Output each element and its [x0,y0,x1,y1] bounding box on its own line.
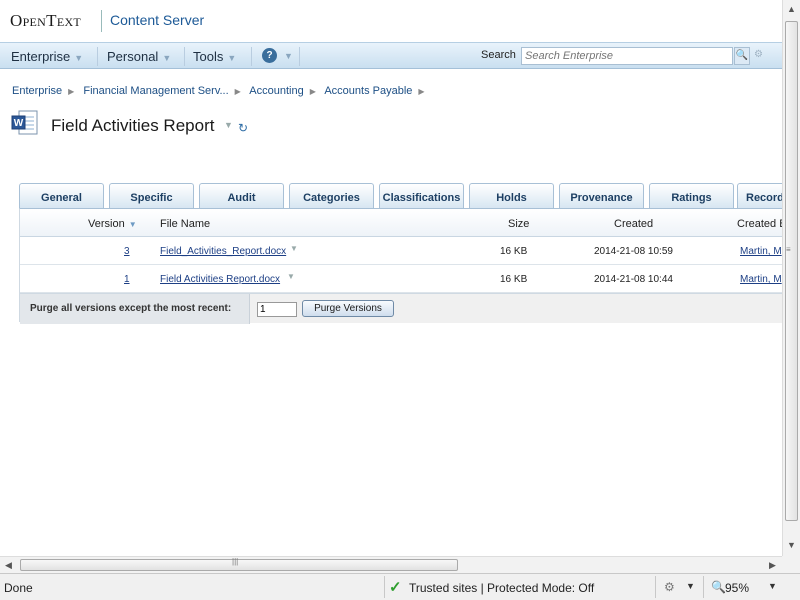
chevron-right-icon: ▶ [68,87,75,96]
table-row: 3 Field_Activities_Report.docx ▼ 16 KB 2… [20,237,783,265]
horizontal-scrollbar[interactable]: ◀ ||| ▶ [0,556,782,573]
status-text: Done [4,581,33,595]
nav-divider [299,47,300,66]
created-date: 2014-21-08 10:59 [594,246,673,257]
chevron-down-icon: ▼ [74,53,84,63]
purge-versions-bar: Purge all versions except the most recen… [20,293,783,324]
browser-status-bar: Done ✓ Trusted sites | Protected Mode: O… [0,573,800,600]
breadcrumb-accounting[interactable]: Accounting [249,85,303,97]
file-name-link[interactable]: Field_Activities_Report.docx [160,246,286,257]
scroll-grip-icon: ≡ [786,245,791,254]
scroll-up-icon[interactable]: ▲ [787,4,796,14]
search-options-icon[interactable]: ⚙ [754,49,763,60]
main-nav-bar: Enterprise ▼ Personal ▼ Tools ▼ ? ▼ Search … [0,42,782,69]
properties-tabs: General Specific Audit Categories Classi… [19,183,797,208]
chevron-right-icon: ▶ [234,87,241,96]
created-by-link[interactable]: Martin, M [740,274,783,285]
tab-categories[interactable]: Categories [289,183,374,208]
file-menu-chevron-down-icon[interactable]: ▼ [290,244,298,253]
column-header-created[interactable]: Created [614,218,653,230]
zoom-level[interactable]: 95% [725,581,749,595]
file-name-link[interactable]: Field Activities Report.docx [160,274,280,285]
created-by-link[interactable]: Martin, M [740,246,783,257]
purge-label: Purge all versions except the most recen… [30,303,232,314]
checkmark-icon: ✓ [389,579,402,596]
scroll-left-icon[interactable]: ◀ [5,560,12,571]
file-size: 16 KB [500,246,528,257]
purge-label-cell: Purge all versions except the most recen… [20,294,250,324]
chevron-right-icon: ▶ [309,87,316,96]
horizontal-scroll-thumb[interactable] [20,559,458,571]
nav-enterprise-label: Enterprise [11,49,71,64]
breadcrumb-accounts-payable[interactable]: Accounts Payable [324,85,412,97]
breadcrumb: Enterprise ▶ Financial Management Serv...… [12,85,431,97]
search-input[interactable] [521,47,733,65]
vertical-scrollbar[interactable]: ▲ ≡ ▼ [782,0,800,556]
file-size: 16 KB [500,274,528,285]
title-menu-chevron-down-icon[interactable]: ▼ [224,120,233,130]
nav-tools-label: Tools [193,49,224,64]
table-row: 1 Field Activities Report.docx ▼ 16 KB 2… [20,265,783,293]
column-header-created-by[interactable]: Created By [737,218,783,230]
column-header-size[interactable]: Size [508,218,529,230]
tab-audit[interactable]: Audit [199,183,284,208]
status-divider [655,576,656,598]
nav-personal-menu[interactable]: Personal ▼ [107,49,171,64]
svg-text:W: W [14,118,24,129]
logo-divider [101,10,102,32]
tab-general[interactable]: General [19,183,104,208]
file-menu-chevron-down-icon[interactable]: ▼ [287,272,295,281]
browser-page: OpenText Content Server Enterprise ▼ Pers… [0,0,800,600]
nav-tools-menu[interactable]: Tools ▼ [193,49,236,64]
column-header-version-label: Version [88,218,125,230]
word-document-icon[interactable]: W [11,110,39,136]
refresh-icon[interactable]: ↻ [238,121,248,135]
nav-enterprise-menu[interactable]: Enterprise ▼ [11,49,83,64]
tab-classifications[interactable]: Classifications [379,183,464,208]
chevron-down-icon: ▼ [162,53,172,63]
search-label: Search [481,49,516,61]
column-header-version[interactable]: Version ▼ [88,218,137,230]
status-divider [703,576,704,598]
scroll-right-icon[interactable]: ▶ [769,560,776,571]
scroll-grip-icon: ||| [232,557,239,566]
zoom-icon[interactable]: 🔍 [711,580,726,594]
version-number-link[interactable]: 3 [124,246,130,257]
page-title: Field Activities Report [51,116,215,135]
nav-divider [184,47,185,66]
chevron-down-icon: ▼ [227,53,237,63]
table-header: Version ▼ File Name Size Created Created … [20,209,783,237]
tab-provenance[interactable]: Provenance [559,183,644,208]
tab-holds[interactable]: Holds [469,183,554,208]
nav-divider [97,47,98,66]
nav-personal-label: Personal [107,49,159,64]
purge-versions-button[interactable]: Purge Versions [302,300,394,317]
zoom-chevron-down-icon[interactable]: ▼ [768,581,777,591]
tab-ratings[interactable]: Ratings [649,183,734,208]
vertical-scroll-thumb[interactable] [785,21,798,521]
column-header-file-name[interactable]: File Name [160,218,210,230]
help-icon[interactable]: ? [262,48,277,63]
breadcrumb-financial-management[interactable]: Financial Management Serv... [83,85,228,97]
opentext-logo[interactable]: OpenText [10,11,81,31]
created-date: 2014-21-08 10:44 [594,274,673,285]
version-number-link[interactable]: 1 [124,274,130,285]
app-header: OpenText Content Server [0,0,782,42]
status-divider [384,576,385,598]
protected-mode-settings-icon[interactable]: ⚙ [664,580,675,594]
scrollbar-corner [782,556,800,573]
nav-divider [251,47,252,66]
scroll-down-icon[interactable]: ▼ [787,540,796,550]
product-name: Content Server [110,12,205,28]
sort-descending-icon[interactable]: ▼ [129,220,137,229]
chevron-right-icon: ▶ [418,87,425,96]
versions-table: Version ▼ File Name Size Created Created … [19,208,783,324]
help-chevron-down-icon[interactable]: ▼ [284,51,293,61]
breadcrumb-enterprise[interactable]: Enterprise [12,85,62,97]
tab-specific[interactable]: Specific [109,183,194,208]
security-zone-text[interactable]: Trusted sites | Protected Mode: Off [409,581,594,595]
search-icon[interactable]: 🔍 [734,47,750,65]
chevron-down-icon[interactable]: ▼ [686,581,695,591]
purge-count-input[interactable] [257,302,297,317]
